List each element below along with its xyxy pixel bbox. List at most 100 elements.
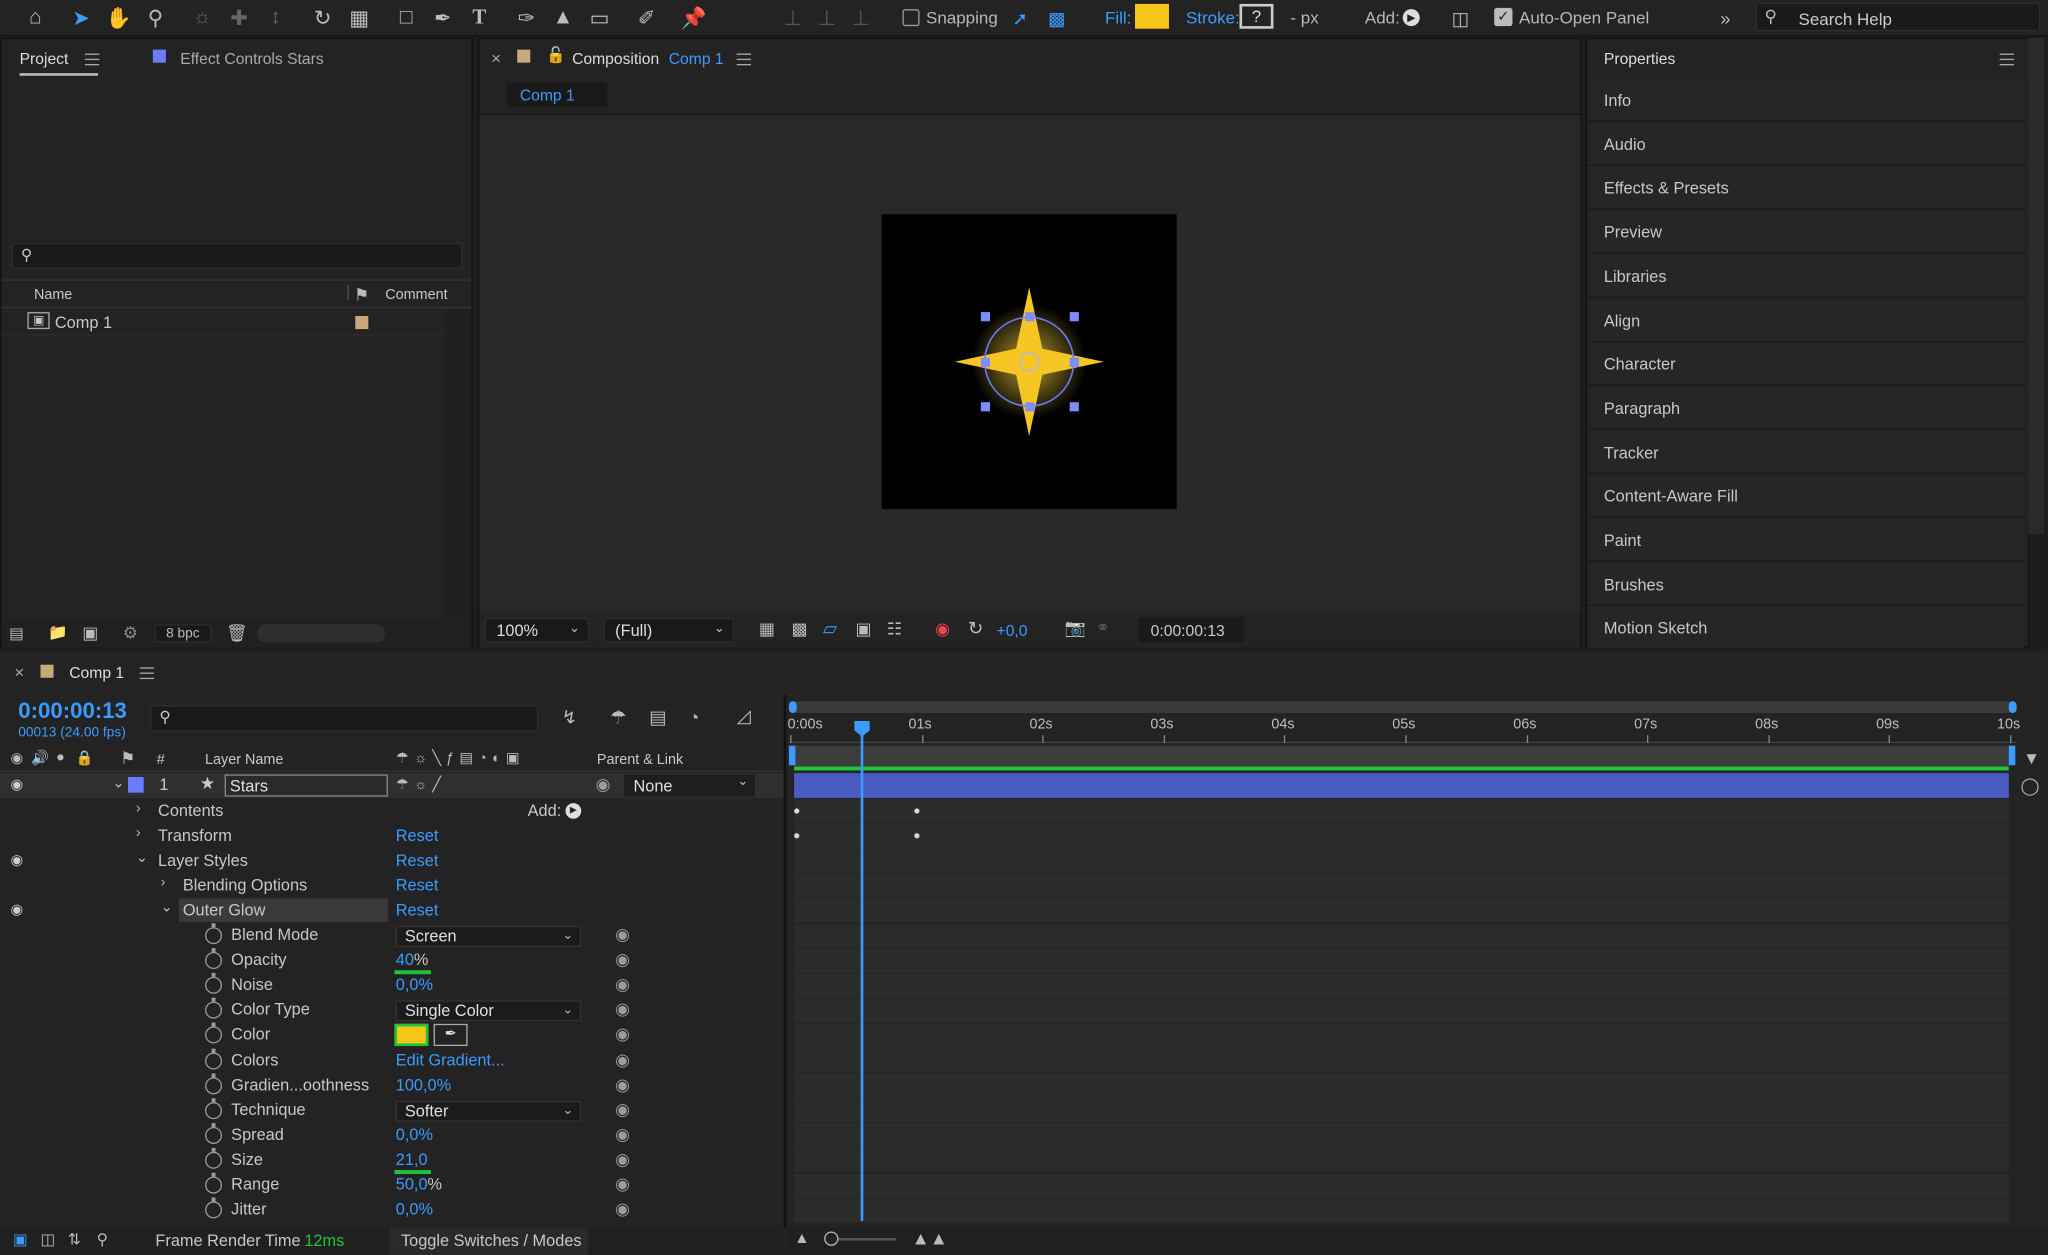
list-item[interactable]: ▣ Comp 1 ☷ [1, 309, 463, 336]
search-help-input[interactable]: ⚲ Search Help [1755, 2, 2041, 32]
fill-color-swatch[interactable] [1135, 3, 1169, 29]
zoom-in-icon[interactable]: ▲▲ [912, 1228, 948, 1249]
close-icon[interactable]: × [14, 662, 24, 682]
property-dropdown[interactable]: Softer ⌄ [395, 1100, 582, 1122]
shy-layers-icon[interactable]: ☂ [610, 706, 626, 728]
layer-label-color[interactable] [127, 777, 144, 793]
keyframe[interactable] [794, 808, 800, 814]
toggle-switches-modes-button[interactable]: Toggle Switches / Modes [389, 1227, 588, 1255]
scrollbar[interactable] [2028, 37, 2045, 535]
zoom-out-icon[interactable]: ▲ [794, 1229, 810, 1247]
stopwatch-icon[interactable] [205, 1047, 223, 1069]
effect-property-row[interactable]: Opacity 40% ◉ [0, 948, 784, 973]
transform-reset[interactable]: Reset [396, 827, 439, 845]
outer-glow-row[interactable]: ◉ ⌄ Outer Glow Reset [0, 898, 784, 923]
playhead-line[interactable] [860, 735, 864, 1222]
properties-item-align[interactable]: Align [1588, 299, 2025, 342]
render-time-toggle-icon[interactable]: ⚲ [97, 1230, 108, 1248]
pan-behind-icon[interactable]: ▦ [345, 4, 374, 33]
chevron-right-icon[interactable]: › [161, 875, 166, 891]
graph-editor-icon[interactable]: ◿ [737, 705, 751, 727]
timeline-menu-icon[interactable] [139, 667, 155, 680]
snap-edges-icon[interactable]: ➚ [1006, 4, 1035, 33]
home-icon[interactable]: ⌂ [21, 4, 50, 33]
effect-property-row[interactable]: Noise 0,0% ◉ [0, 973, 784, 998]
expression-pickwhip-icon[interactable]: ◉ [615, 1049, 630, 1070]
current-time-display[interactable]: 0:00:00:13 [1138, 617, 1244, 643]
work-area-start[interactable] [788, 701, 797, 714]
snap-features-icon[interactable]: ▩ [1042, 4, 1071, 33]
exposure-value[interactable]: +0,0 [997, 622, 1028, 640]
stopwatch-icon[interactable] [205, 973, 223, 995]
selection-tool-icon[interactable]: ➤ [67, 4, 96, 33]
layer-row[interactable]: ◉ ⌄ 1 ★ Stars ☂☼╱ ◉ None ⌄ [0, 773, 784, 798]
in-out-toggle-icon[interactable]: ⇅ [68, 1230, 81, 1248]
property-value[interactable]: 50,0% [396, 1175, 442, 1193]
stopwatch-icon[interactable] [205, 1172, 223, 1194]
snapshot-icon[interactable]: 📷 [1064, 618, 1085, 639]
workspace-overflow-icon[interactable]: » [1711, 4, 1740, 33]
expression-pickwhip-icon[interactable]: ◉ [615, 999, 630, 1020]
effect-property-row[interactable]: Blend Mode Screen ⌄ ◉ [0, 923, 784, 948]
item-label-color[interactable] [355, 316, 369, 330]
axis-world-icon[interactable]: ⊥ [812, 4, 841, 33]
work-area-end[interactable] [2008, 701, 2017, 714]
layer-switches-toggle-icon[interactable]: ▣ [13, 1230, 28, 1248]
timeline-search-input[interactable]: ⚲ [150, 705, 539, 732]
effect-property-row[interactable]: Color Type Single Color ⌄ ◉ [0, 998, 784, 1023]
properties-item-brushes[interactable]: Brushes [1588, 563, 2025, 606]
stroke-width-px[interactable]: - px [1290, 8, 1318, 28]
col-parent[interactable]: Parent & Link [597, 752, 683, 768]
label-tag-icon[interactable]: ⚑ [120, 748, 135, 769]
thumbnail-slider[interactable] [257, 624, 386, 643]
chevron-right-icon[interactable]: › [136, 825, 141, 841]
viewer[interactable] [479, 114, 1581, 612]
transfer-controls-toggle-icon[interactable]: ◫ [40, 1230, 55, 1248]
transparency-grid-icon[interactable]: ▩ [791, 619, 807, 640]
blending-reset[interactable]: Reset [396, 876, 439, 894]
stopwatch-icon[interactable] [205, 1023, 223, 1044]
type-tool-icon[interactable]: T [465, 4, 494, 33]
comp-subtab[interactable]: Comp 1 [506, 82, 608, 108]
col-layer-name[interactable]: Layer Name [205, 752, 283, 768]
close-icon[interactable]: × [491, 48, 501, 68]
property-dropdown[interactable]: Screen ⌄ [395, 925, 582, 947]
region-of-interest-icon[interactable]: ▣ [855, 619, 871, 640]
comp-marker-icon[interactable]: ▼ [2023, 748, 2040, 768]
transform-row[interactable]: › Transform Reset [0, 824, 784, 849]
expression-pickwhip-icon[interactable]: ◉ [615, 1074, 630, 1095]
audio-icon[interactable]: 🔊 [31, 750, 49, 767]
current-timecode[interactable]: 0:00:00:13 [18, 699, 127, 725]
composition-menu-icon[interactable] [736, 53, 752, 66]
clone-stamp-icon[interactable]: ▲ [549, 4, 578, 33]
outer-glow-reset[interactable]: Reset [396, 901, 439, 919]
property-value[interactable]: 0,0% [396, 976, 433, 994]
axis-view-icon[interactable]: ⊥ [846, 4, 875, 33]
track-row[interactable] [794, 1198, 2009, 1224]
track-row[interactable] [794, 1048, 2009, 1074]
properties-item-tracker[interactable]: Tracker [1588, 431, 2025, 474]
eraser-tool-icon[interactable]: ▭ [585, 4, 614, 33]
keyframe[interactable] [914, 808, 920, 814]
layer-name-field[interactable]: Stars [224, 774, 388, 797]
tab-composition-name[interactable]: Comp 1 [669, 50, 724, 68]
property-value[interactable]: 0,0% [396, 1125, 433, 1143]
properties-item-content-aware-fill[interactable]: Content-Aware Fill [1588, 475, 2025, 518]
zoom-dropdown[interactable]: 100% ⌄ [484, 617, 590, 643]
zoom-slider-track[interactable] [830, 1237, 896, 1241]
panel-toggle-icon[interactable]: ◫ [1446, 4, 1475, 33]
effect-property-row[interactable]: Size 21,0 ◉ [0, 1147, 784, 1173]
properties-item-character[interactable]: Character [1588, 343, 2025, 386]
track-row[interactable] [794, 973, 2009, 999]
trash-icon[interactable]: 🗑 [226, 623, 248, 644]
contents-row[interactable]: › Contents Add: ▶ [0, 799, 784, 824]
bit-depth-button[interactable]: 8 bpc [154, 624, 212, 643]
expression-pickwhip-icon[interactable]: ◉ [615, 1024, 630, 1045]
track-row[interactable] [794, 1073, 2009, 1099]
eye-icon[interactable]: ◉ [10, 901, 23, 918]
properties-item-audio[interactable]: Audio [1588, 123, 2025, 166]
channel-icon[interactable]: ◉ [935, 619, 950, 640]
add-menu-icon[interactable]: ▶ [565, 803, 582, 819]
pen-tool-icon[interactable]: ✒ [428, 4, 457, 33]
parent-dropdown[interactable]: None ⌄ [624, 774, 755, 797]
